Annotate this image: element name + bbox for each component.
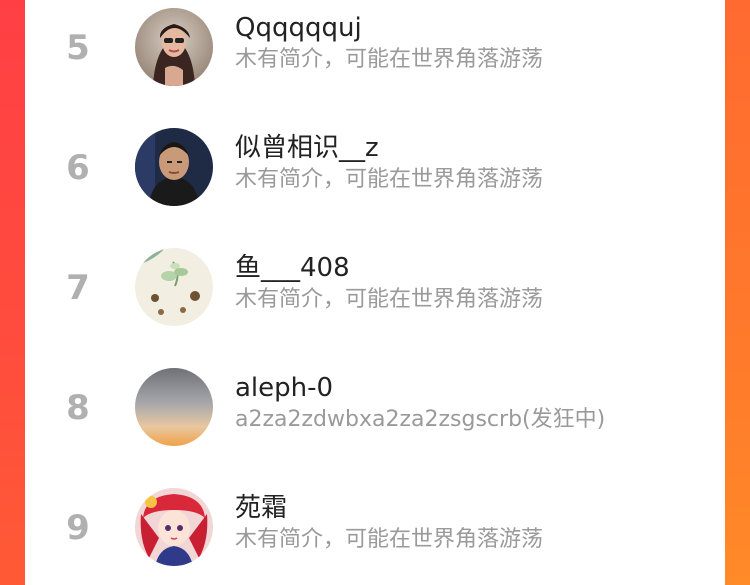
avatar-man-dark-background-icon[interactable] [135, 128, 213, 206]
user-bio: 木有简介，可能在世界角落游荡 [235, 287, 544, 312]
ranking-list: 5 Qqqqqquj 木有简介，可能在世界角落游荡 6 似曾相识__z 木有简介… [25, 0, 725, 585]
user-name[interactable]: aleph-0 [235, 372, 333, 404]
background-right-edge [725, 0, 750, 585]
list-item[interactable]: 8 aleph-0 a2za2zdwbxa2za2zsgscrb(发狂中) [25, 360, 725, 480]
rank-number: 8 [66, 388, 90, 428]
user-name[interactable]: 鱼___408 [235, 252, 350, 284]
rank-number: 6 [66, 148, 90, 188]
list-item[interactable]: 5 Qqqqqquj 木有简介，可能在世界角落游荡 [25, 0, 725, 120]
user-bio: 木有简介，可能在世界角落游荡 [235, 47, 544, 72]
rank-number: 7 [66, 268, 90, 308]
list-item[interactable]: 7 鱼___408 木有简介，可能在世界角落游荡 [25, 240, 725, 360]
user-name[interactable]: 苑霜 [235, 492, 287, 524]
user-name[interactable]: 似曾相识__z [235, 132, 379, 164]
avatar-woman-sunglasses-icon[interactable] [135, 8, 213, 86]
list-item[interactable]: 9 苑霜 木有简介，可能在世界角落游荡 [25, 480, 725, 585]
avatar-anime-girl-red-icon[interactable] [135, 488, 213, 566]
list-item[interactable]: 6 似曾相识__z 木有简介，可能在世界角落游荡 [25, 120, 725, 240]
background-left-edge [0, 0, 25, 585]
user-bio: a2za2zdwbxa2za2zsgscrb(发狂中) [235, 407, 606, 432]
user-bio: 木有简介，可能在世界角落游荡 [235, 167, 544, 192]
avatar-plant-sprout-icon[interactable] [135, 248, 213, 326]
user-bio: 木有简介，可能在世界角落游荡 [235, 527, 544, 552]
rank-number: 9 [66, 508, 90, 548]
avatar-sunset-gradient-icon[interactable] [135, 368, 213, 446]
rank-number: 5 [66, 28, 90, 68]
user-name[interactable]: Qqqqqquj [235, 12, 362, 44]
